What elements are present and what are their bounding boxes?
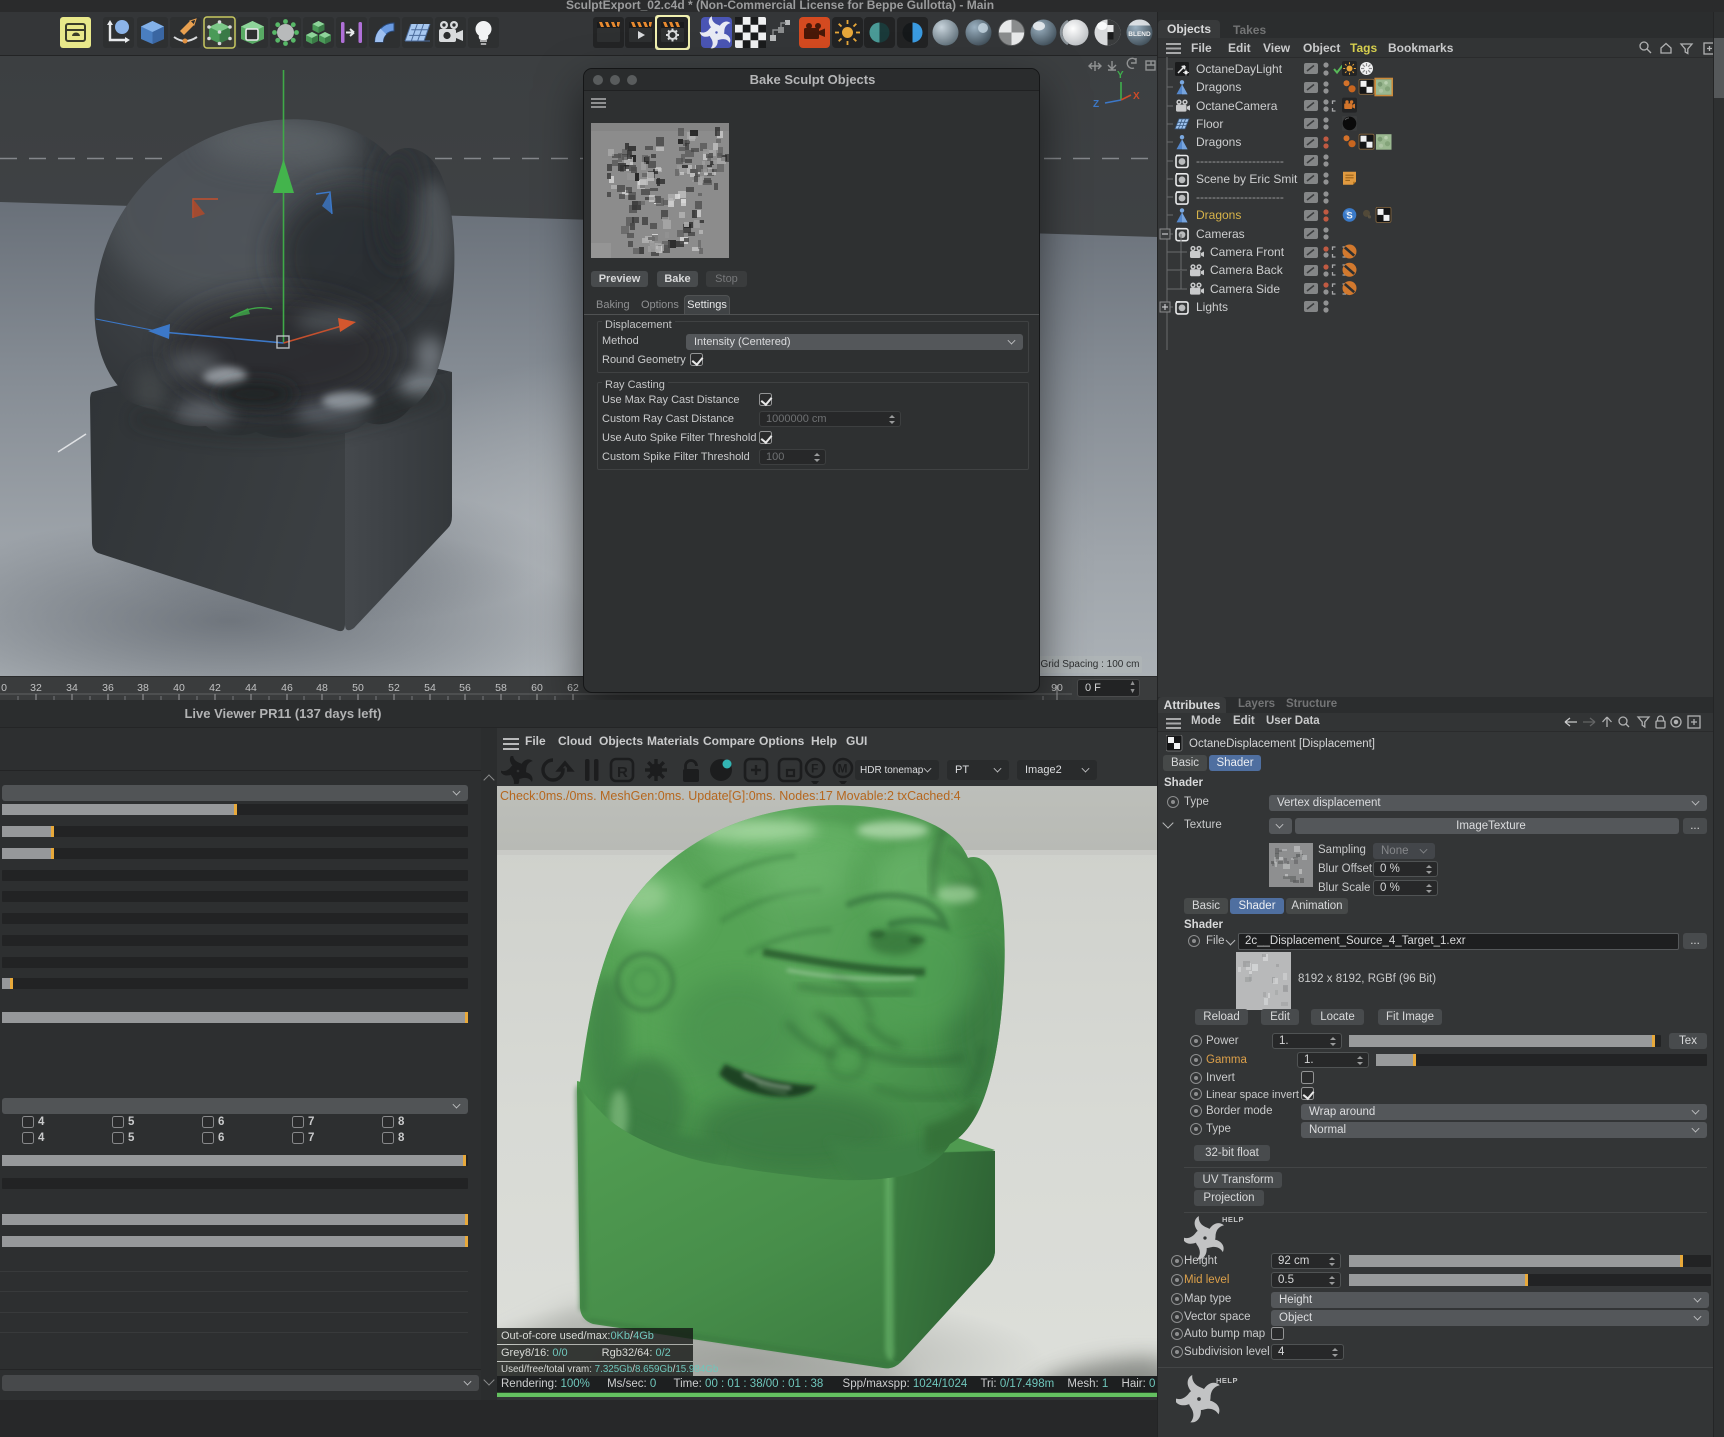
svg-text:Dragons: Dragons: [1196, 208, 1241, 222]
svg-text:34: 34: [66, 682, 78, 694]
svg-text:OctaneDayLight: OctaneDayLight: [1196, 62, 1283, 76]
svg-text:44: 44: [245, 682, 257, 694]
svg-text:F: F: [811, 762, 818, 776]
svg-text:54: 54: [424, 682, 436, 694]
svg-text:M: M: [838, 762, 848, 776]
svg-text:Dragons: Dragons: [1196, 135, 1241, 149]
svg-text:Camera Back: Camera Back: [1210, 263, 1284, 277]
svg-text:38: 38: [137, 682, 149, 694]
svg-text:42: 42: [209, 682, 221, 694]
svg-text:Camera Side: Camera Side: [1210, 282, 1280, 296]
svg-text:----------------------: ----------------------: [1196, 154, 1284, 168]
svg-text:Camera Front: Camera Front: [1210, 245, 1285, 259]
svg-text:Scene by Eric Smit: Scene by Eric Smit: [1196, 172, 1298, 186]
svg-text:46: 46: [281, 682, 293, 694]
svg-text:0: 0: [1, 682, 7, 694]
svg-text:Cameras: Cameras: [1196, 227, 1245, 241]
svg-text:32: 32: [30, 682, 42, 694]
svg-text:HELP: HELP: [1222, 1215, 1244, 1224]
svg-text:S: S: [1346, 210, 1352, 221]
svg-text:HELP: HELP: [1216, 1376, 1238, 1385]
svg-text:58: 58: [495, 682, 507, 694]
svg-text:Dragons: Dragons: [1196, 80, 1241, 94]
svg-text:----------------------: ----------------------: [1196, 190, 1284, 204]
svg-text:Y: Y: [1117, 70, 1124, 81]
svg-text:36: 36: [102, 682, 114, 694]
svg-text:X: X: [1133, 91, 1140, 102]
svg-text:BLEND: BLEND: [1128, 31, 1151, 38]
svg-text:50: 50: [352, 682, 364, 694]
svg-text:60: 60: [531, 682, 543, 694]
svg-text:56: 56: [459, 682, 471, 694]
svg-text:OctaneCamera: OctaneCamera: [1196, 99, 1278, 113]
svg-text:Floor: Floor: [1196, 117, 1223, 131]
svg-text:Z: Z: [1093, 99, 1099, 110]
svg-text:48: 48: [316, 682, 328, 694]
svg-text:40: 40: [173, 682, 185, 694]
svg-text:Lights: Lights: [1196, 300, 1228, 314]
svg-text:R: R: [617, 764, 628, 781]
svg-text:62: 62: [567, 682, 579, 694]
svg-text:52: 52: [388, 682, 400, 694]
